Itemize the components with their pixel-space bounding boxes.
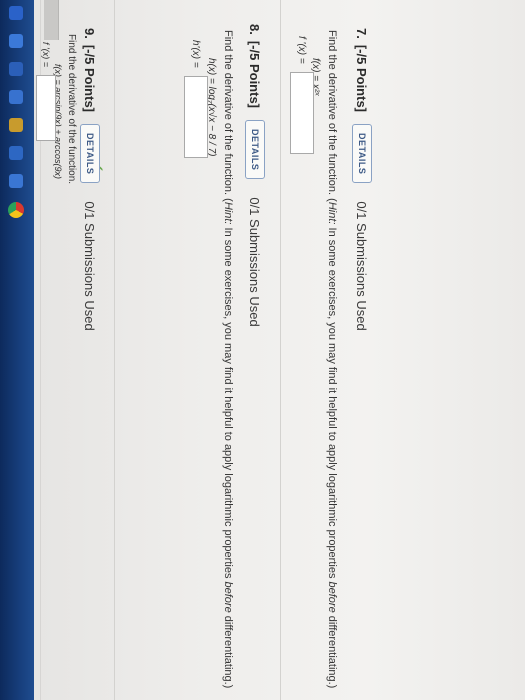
question-7-instruction: Find the derivative of the function. (Hi… — [324, 30, 342, 688]
details-button[interactable]: DETAILS — [352, 124, 372, 184]
photo-of-screen: ✔ 7. [-/5 Points] DETAILS 0/1 Submission… — [0, 0, 525, 700]
app-icon[interactable] — [9, 174, 23, 188]
question-9-header: 9. [-/5 Points] DETAILS 0/1 Submissions … — [80, 28, 100, 331]
taskbar — [0, 0, 34, 700]
answer-input[interactable] — [290, 71, 314, 154]
question-7-header: 7. [-/5 Points] DETAILS 0/1 Submissions … — [352, 28, 372, 331]
submissions-used: 0/1 Submissions Used — [82, 201, 98, 331]
submissions-used: 0/1 Submissions Used — [354, 201, 370, 331]
question-8-instruction: Find the derivative of the function. (Hi… — [220, 30, 238, 688]
question-7-answer-row: f '(x) = — [290, 36, 314, 154]
question-points: [-/5 Points] — [247, 40, 263, 109]
question-points: [-/5 Points] — [354, 44, 370, 113]
instruction-text: Find the derivative of the function. (Hi… — [326, 30, 338, 689]
app-icon[interactable] — [9, 146, 23, 160]
instruction-text: Find the derivative of the function. (Hi… — [222, 30, 234, 689]
app-icon[interactable] — [9, 34, 23, 48]
question-points: [-/5 Points] — [82, 44, 98, 113]
chrome-icon[interactable] — [8, 202, 24, 218]
derivative-label: f '(x) = — [41, 42, 51, 67]
details-button[interactable]: DETAILS — [80, 124, 100, 184]
app-icon[interactable] — [9, 6, 23, 20]
derivative-label: f '(x) = — [296, 36, 308, 64]
section-divider — [114, 0, 115, 700]
app-icon[interactable] — [9, 62, 23, 76]
question-number: 7. — [354, 28, 370, 39]
derivative-label: h'(x) = — [190, 40, 202, 68]
question-8-answer-row: h'(x) = — [184, 40, 208, 158]
question-number: 9. — [82, 28, 98, 39]
question-8-header: 8. [-/5 Points] DETAILS 0/1 Submissions … — [245, 24, 265, 327]
question-number: 8. — [247, 24, 263, 35]
submissions-used: 0/1 Submissions Used — [247, 197, 263, 327]
question-9-answer-row: f '(x) = — [36, 42, 56, 141]
answer-input[interactable] — [184, 75, 208, 158]
details-button[interactable]: DETAILS — [245, 120, 265, 180]
answer-input[interactable] — [36, 74, 56, 141]
app-icon[interactable] — [9, 90, 23, 104]
scrollbar[interactable] — [44, 0, 59, 40]
folder-icon[interactable] — [9, 118, 23, 132]
section-divider — [280, 0, 281, 700]
